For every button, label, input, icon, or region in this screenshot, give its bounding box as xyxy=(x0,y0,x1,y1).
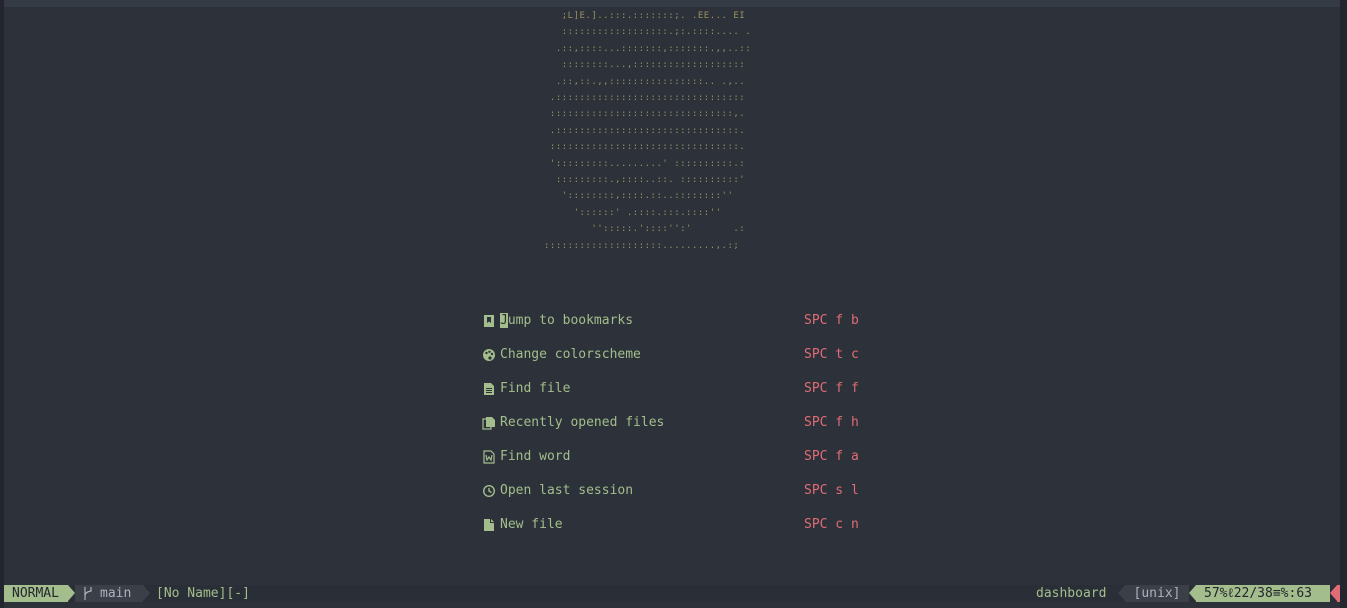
buffer-filename: [No Name][-] xyxy=(156,586,250,601)
command-line[interactable] xyxy=(4,602,1340,608)
mode-indicator: NORMAL xyxy=(4,585,68,602)
git-branch-segment: main xyxy=(75,585,143,602)
file-icon xyxy=(484,383,494,395)
menu-item-new-file[interactable]: New file SPC c n xyxy=(482,515,882,535)
menu-item-shortcut: SPC f h xyxy=(804,415,859,430)
menu-item-label: Jump to bookmarks xyxy=(500,313,634,328)
menu-item-shortcut: SPC t c xyxy=(804,347,859,362)
filetype-indicator: dashboard xyxy=(1036,586,1107,601)
separator xyxy=(143,585,150,601)
dashboard-header-art: ;L]E.]..:::.:::::::;. .EE... EI ::::::::… xyxy=(544,11,752,251)
git-branch-icon xyxy=(84,587,92,600)
word-icon xyxy=(483,450,495,464)
separator xyxy=(1118,585,1125,601)
menu-item-shortcut: SPC f b xyxy=(804,313,859,328)
statusline: NORMAL main [No Name][-] dashboard [unix… xyxy=(4,585,1340,602)
fileformat-indicator: [unix] xyxy=(1125,585,1189,602)
editor-window: ;L]E.]..:::.:::::::;. .EE... EI ::::::::… xyxy=(4,0,1340,608)
git-branch-name: main xyxy=(100,586,132,601)
menu-item-label: Recently opened files xyxy=(500,415,665,430)
separator xyxy=(1189,585,1196,601)
tabline xyxy=(4,0,1340,7)
menu-item-shortcut: SPC s l xyxy=(804,483,859,498)
menu-item-label: Open last session xyxy=(500,483,634,498)
new-file-icon xyxy=(484,519,494,531)
menu-item-shortcut: SPC f a xyxy=(804,449,859,464)
menu-item-label: New file xyxy=(500,517,563,532)
cursor-position: 57%ℓ22/38≡%:63 xyxy=(1196,585,1330,602)
text-cursor: J xyxy=(500,313,508,328)
menu-item-label: Change colorscheme xyxy=(500,347,641,362)
menu-item-open-last-session[interactable]: Open last session SPC s l xyxy=(482,481,882,501)
separator xyxy=(68,585,75,601)
menu-item-label: Find file xyxy=(500,381,571,396)
bookmark-icon xyxy=(484,315,494,327)
menu-item-label: Find word xyxy=(500,449,571,464)
menu-item-recently-opened-files[interactable]: Recently opened files SPC f h xyxy=(482,413,882,433)
separator xyxy=(1330,585,1337,601)
diagnostics-segment xyxy=(1337,585,1340,602)
menu-item-find-word[interactable]: Find word SPC f a xyxy=(482,447,882,467)
history-icon xyxy=(482,484,496,498)
menu-item-shortcut: SPC c n xyxy=(804,517,859,532)
menu-item-shortcut: SPC f f xyxy=(804,381,859,396)
menu-item-change-colorscheme[interactable]: Change colorscheme SPC t c xyxy=(482,345,882,365)
menu-item-jump-to-bookmarks[interactable]: Jump to bookmarks SPC f b xyxy=(482,311,882,331)
files-icon xyxy=(482,417,495,430)
palette-icon xyxy=(483,349,495,361)
menu-item-find-file[interactable]: Find file SPC f f xyxy=(482,379,882,399)
